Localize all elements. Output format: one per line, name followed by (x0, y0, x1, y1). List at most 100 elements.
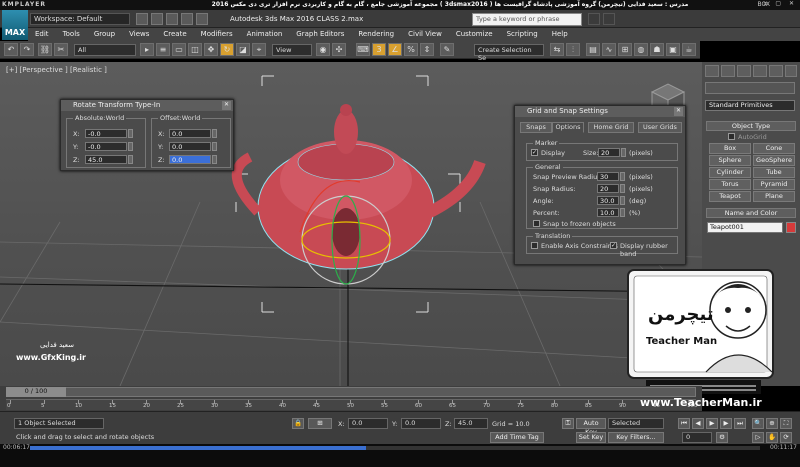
reference-coord-dropdown[interactable]: View (272, 44, 312, 56)
zoom-extents-icon[interactable]: ⛶ (780, 418, 792, 429)
player-window-controls[interactable]: ▫ ▢ ✕ (763, 0, 797, 7)
time-slider-track[interactable] (6, 387, 696, 397)
hierarchy-tab-icon[interactable] (737, 65, 751, 77)
object-color-swatch[interactable] (786, 222, 796, 233)
angle-snap-icon[interactable]: ∠ (388, 43, 402, 56)
next-frame-icon[interactable]: ▶ (720, 418, 732, 429)
x-coordinate-field[interactable]: 0.0 (348, 418, 388, 429)
redo-tb-icon[interactable]: ↷ (20, 43, 34, 56)
help-icon[interactable] (603, 13, 615, 25)
search-input[interactable]: Type a keyword or phrase (472, 13, 582, 26)
menu-civil-view[interactable]: Civil View (401, 28, 449, 38)
tube-button[interactable]: Tube (753, 167, 795, 178)
rotate-icon[interactable]: ↻ (220, 43, 234, 56)
menu-modifiers[interactable]: Modifiers (194, 28, 240, 38)
off-y-input[interactable]: 0.0 (169, 142, 211, 151)
percent-spinner[interactable] (620, 208, 625, 217)
utilities-tab-icon[interactable] (785, 65, 797, 77)
primitive-type-dropdown[interactable]: Standard Primitives (705, 100, 795, 111)
teapot-button[interactable]: Teapot (709, 191, 751, 202)
manipulate-icon[interactable]: ✣ (332, 43, 346, 56)
pyramid-button[interactable]: Pyramid (753, 179, 795, 190)
tab-home-grid[interactable]: Home Grid (588, 122, 634, 133)
select-by-name-icon[interactable]: ≡ (156, 43, 170, 56)
percent-snap-icon[interactable]: % (404, 43, 418, 56)
pivot-center-icon[interactable]: ◉ (316, 43, 330, 56)
app-menu-icon[interactable]: MAX (2, 10, 28, 40)
menu-graph-editors[interactable]: Graph Editors (289, 28, 351, 38)
field-of-view-icon[interactable]: ▷ (752, 432, 764, 443)
angle-spinner[interactable] (620, 196, 625, 205)
play-icon[interactable]: ▶ (706, 418, 718, 429)
new-file-icon[interactable] (136, 13, 148, 25)
redo-icon[interactable] (196, 13, 208, 25)
mirror-icon[interactable]: ⇆ (550, 43, 564, 56)
sphere-button[interactable]: Sphere (709, 155, 751, 166)
zoom-icon[interactable]: 🔍 (752, 418, 764, 429)
menu-edit[interactable]: Edit (28, 28, 56, 38)
abs-x-input[interactable]: -0.0 (85, 129, 127, 138)
autogrid-checkbox[interactable] (728, 133, 735, 140)
named-selection-dropdown[interactable]: Create Selection Se (474, 44, 544, 62)
undo-tb-icon[interactable]: ↶ (4, 43, 18, 56)
add-time-tag-button[interactable]: Add Time Tag (490, 432, 544, 443)
off-y-spinner[interactable] (212, 142, 217, 151)
curve-editor-icon[interactable]: ∿ (602, 43, 616, 56)
cylinder-button[interactable]: Cylinder (709, 167, 751, 178)
cone-button[interactable]: Cone (753, 143, 795, 154)
edit-named-selection-icon[interactable]: ✎ (440, 43, 454, 56)
unlink-icon[interactable]: ✂ (54, 43, 68, 56)
tab-options[interactable]: Options (552, 122, 584, 133)
key-icon[interactable]: ⚿ (562, 418, 574, 429)
object-name-input[interactable]: Teapot001 (707, 222, 783, 233)
set-key-button[interactable]: Set Key (576, 432, 606, 443)
axis-constraints-checkbox[interactable] (531, 242, 538, 249)
menu-tools[interactable]: Tools (56, 28, 87, 38)
size-spinner[interactable] (621, 148, 626, 157)
y-coordinate-field[interactable]: 0.0 (401, 418, 441, 429)
rect-selection-icon[interactable]: ▭ (172, 43, 186, 56)
track-bar[interactable]: 0 5 10 15 20 25 30 35 40 45 50 55 60 65 70 75 80 85 90 95 10… (6, 399, 698, 410)
abs-z-input[interactable]: 45.0 (85, 155, 127, 164)
snap-frozen-checkbox[interactable] (533, 220, 540, 227)
off-z-input[interactable]: 0.0 (169, 155, 211, 164)
snap-preview-radius-spinner[interactable] (620, 172, 625, 181)
go-to-end-icon[interactable]: ⏭ (734, 418, 746, 429)
off-z-spinner[interactable] (212, 155, 217, 164)
modify-tab-icon[interactable] (721, 65, 735, 77)
display-tab-icon[interactable] (769, 65, 783, 77)
zoom-all-icon[interactable]: ⊕ (766, 418, 778, 429)
workspace-dropdown[interactable]: Workspace: Default (30, 13, 130, 25)
move-icon[interactable]: ✥ (204, 43, 218, 56)
close-icon[interactable]: ✕ (222, 101, 231, 110)
rubber-band-checkbox[interactable]: ✓ (610, 242, 617, 249)
torus-button[interactable]: Torus (709, 179, 751, 190)
orbit-icon[interactable]: ⟳ (780, 432, 792, 443)
time-slider-thumb[interactable]: 0 / 100 (6, 387, 66, 397)
render-setup-icon[interactable]: ☗ (650, 43, 664, 56)
current-frame-field[interactable]: 0 (682, 432, 712, 443)
box-button[interactable]: Box (709, 143, 751, 154)
search-icon[interactable] (588, 13, 600, 25)
object-type-rollout[interactable]: Object Type (706, 121, 796, 131)
abs-z-spinner[interactable] (128, 155, 133, 164)
rotate-dialog-title[interactable]: Rotate Transform Type-In ✕ (61, 100, 233, 111)
menu-group[interactable]: Group (87, 28, 122, 38)
schematic-view-icon[interactable]: ⊞ (618, 43, 632, 56)
snap-radius-input[interactable]: 20 (597, 184, 619, 193)
go-to-start-icon[interactable]: ⏮ (678, 418, 690, 429)
auto-key-button[interactable]: Auto Key (576, 418, 606, 436)
tab-snaps[interactable]: Snaps (520, 122, 552, 133)
percent-input[interactable]: 10.0 (597, 208, 619, 217)
menu-views[interactable]: Views (122, 28, 156, 38)
layer-explorer-icon[interactable]: ▤ (586, 43, 600, 56)
abs-y-spinner[interactable] (128, 142, 133, 151)
viewport-label-menu[interactable]: [+] [Perspective ] [Realistic ] (6, 66, 107, 74)
material-editor-icon[interactable]: ◍ (634, 43, 648, 56)
z-coordinate-field[interactable]: 45.0 (454, 418, 488, 429)
align-icon[interactable]: ⫶ (566, 43, 580, 56)
menu-help[interactable]: Help (545, 28, 575, 38)
menu-scripting[interactable]: Scripting (500, 28, 545, 38)
render-icon[interactable]: ☕ (682, 43, 696, 56)
off-x-spinner[interactable] (212, 129, 217, 138)
